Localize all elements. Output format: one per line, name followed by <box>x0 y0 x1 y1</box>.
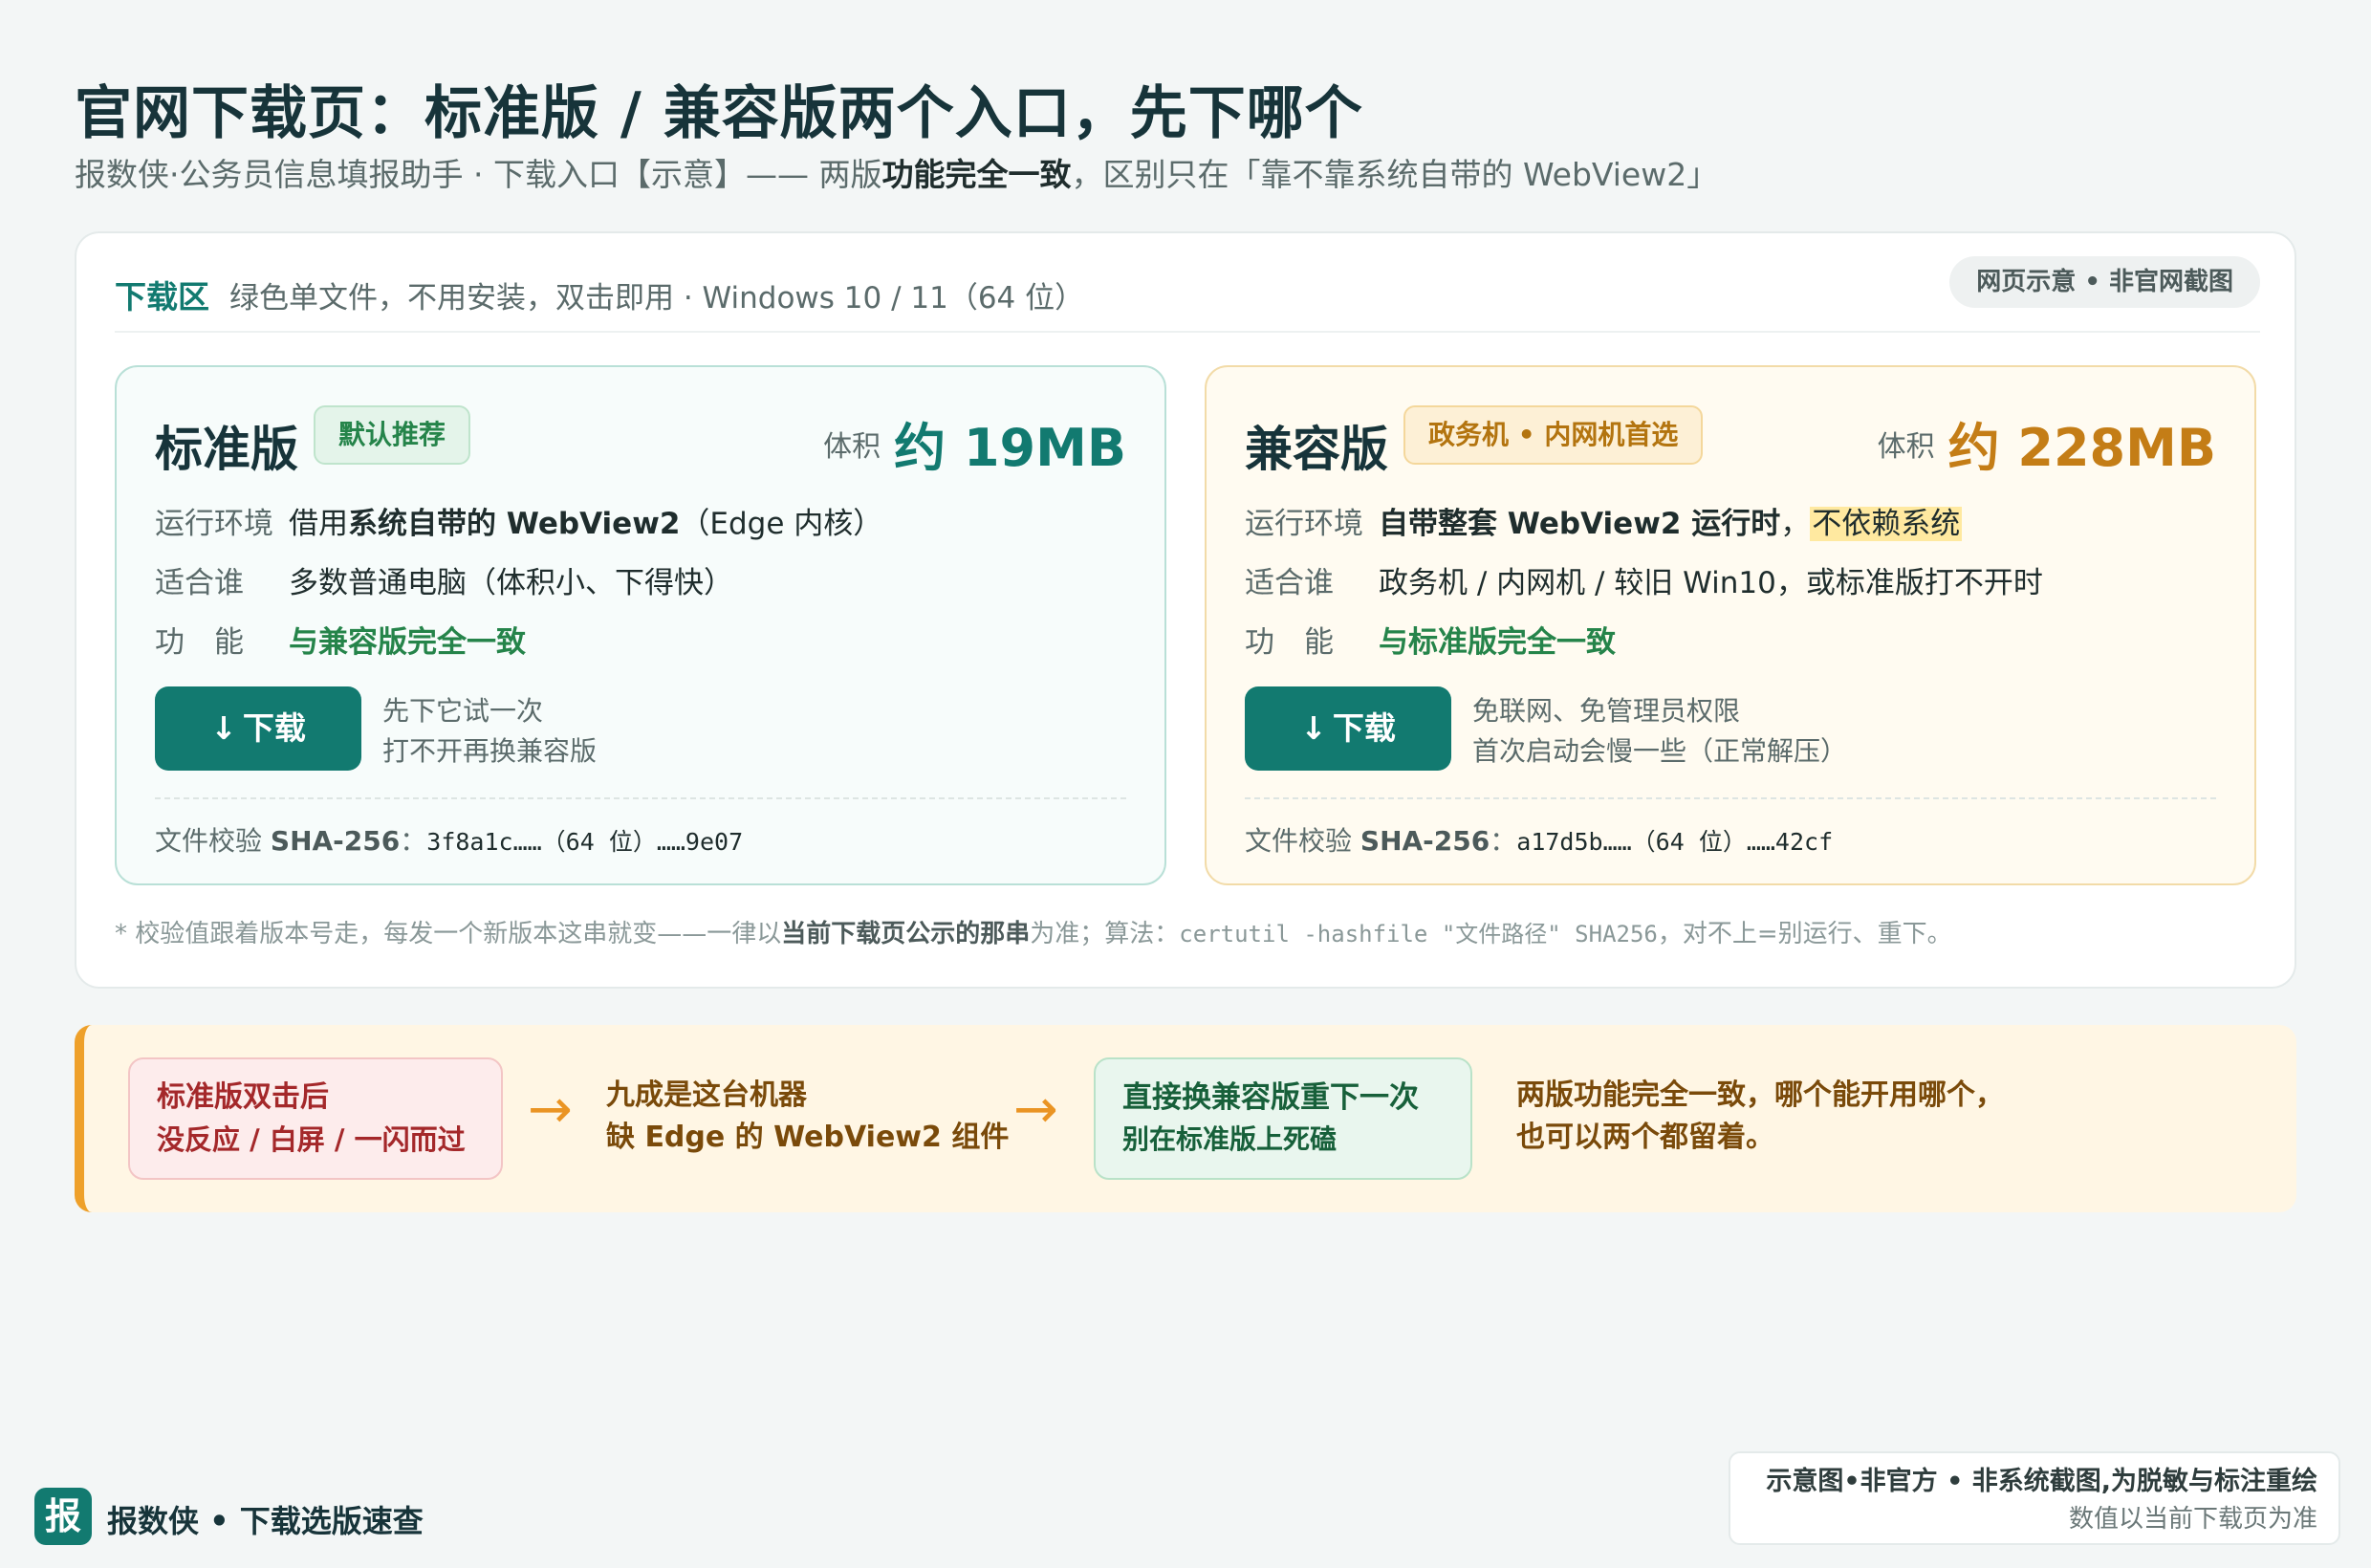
checksum-label: 文件校验 SHA-256： <box>1245 825 1516 857</box>
standard-download-button[interactable]: ↓ 下载 <box>155 686 361 771</box>
page-title: 官网下载页：标准版 / 兼容版两个入口，先下哪个 <box>75 80 1363 147</box>
checksum-algo: SHA-256 <box>1360 825 1490 857</box>
symptom-line-2: 没反应 / 白屏 / 一闪而过 <box>157 1123 466 1156</box>
env-label: 运行环境 <box>1245 507 1363 541</box>
standard-edition-name: 标准版 <box>155 422 298 477</box>
subtitle-pre: 报数侠·公务员信息填报助手 · 下载入口【示意】—— 两版 <box>75 156 882 193</box>
download-button-label: 下载 <box>242 709 306 747</box>
checksum-value: a17d5b……（64 位）……42cf <box>1516 828 1834 856</box>
cause-line-1: 九成是这台机器 <box>606 1078 807 1112</box>
brand-logo: 报 <box>34 1488 92 1545</box>
troubleshooting-flow: 标准版双击后 没反应 / 白屏 / 一闪而过 → 九成是这台机器 缺 Edge … <box>75 1025 2296 1212</box>
env-separator: ， <box>1780 507 1811 541</box>
function-label: 功 能 <box>155 625 244 660</box>
conclusion-text: 两版功能完全一致，哪个能开用哪个， 也可以两个都留着。 <box>1516 1075 2004 1159</box>
checksum-prefix: 文件校验 <box>155 825 271 857</box>
compat-download-button[interactable]: ↓ 下载 <box>1245 686 1451 771</box>
gov-intranet-badge: 政务机 • 内网机首选 <box>1403 405 1704 465</box>
cause-text: 九成是这台机器 缺 Edge 的 WebView2 组件 <box>606 1075 1009 1159</box>
divider <box>1245 797 2216 799</box>
download-area-title: 下载区 <box>115 278 209 316</box>
compat-note-2: 首次启动会慢一些（正常解压） <box>1472 735 1848 767</box>
symptom-line-1: 标准版双击后 <box>157 1080 329 1114</box>
compat-size: 体积约 228MB <box>1878 405 2216 481</box>
size-value: 约 19MB <box>894 418 1126 478</box>
arrow-right-icon: → <box>528 1078 573 1141</box>
checksum-value: 3f8a1c……（64 位）……9e07 <box>426 828 744 856</box>
page-subtitle: 报数侠·公务员信息填报助手 · 下载入口【示意】—— 两版功能完全一致，区别只在… <box>75 149 1718 195</box>
compat-note-1: 免联网、免管理员权限 <box>1472 695 1741 727</box>
audience-value: 多数普通电脑（体积小、下得快） <box>289 566 733 600</box>
footnote-command: certutil -hashfile "文件路径" SHA256 <box>1179 921 1658 947</box>
divider <box>155 797 1126 799</box>
disclaimer-line-1: 示意图•非官方 • 非系统截图,为脱敏与标注重绘 <box>1766 1467 2317 1496</box>
audience-label: 适合谁 <box>155 566 244 600</box>
footnote-pre: * 校验值跟着版本号走，每发一个新版本这串就变——一律以 <box>115 920 782 948</box>
disclaimer-box: 示意图•非官方 • 非系统截图,为脱敏与标注重绘 数值以当前下载页为准 <box>1729 1451 2340 1545</box>
solution-line-1: 直接换兼容版重下一次 <box>1122 1080 1419 1115</box>
standard-checksum: 文件校验 SHA-256：3f8a1c……（64 位）……9e07 <box>155 820 743 859</box>
compat-edition-name: 兼容版 <box>1245 422 1388 477</box>
footnote-mid: 为准；算法： <box>1030 920 1180 948</box>
standard-edition-card: 标准版 默认推荐 体积约 19MB 运行环境 借用系统自带的 WebView2（… <box>115 365 1166 885</box>
download-arrow-icon: ↓ <box>1300 709 1327 747</box>
cause-line-2: 缺 Edge 的 WebView2 组件 <box>606 1121 1010 1154</box>
env-label: 运行环境 <box>155 507 273 541</box>
download-area-description: 绿色单文件，不用安装，双击即用 · Windows 10 / 11（64 位） <box>229 281 1085 316</box>
checksum-algo: SHA-256 <box>270 825 401 857</box>
conclusion-line-1: 两版功能完全一致，哪个能开用哪个， <box>1516 1078 2004 1112</box>
function-label: 功 能 <box>1245 625 1334 660</box>
standard-size: 体积约 19MB <box>823 405 1126 481</box>
env-value: 借用系统自带的 WebView2（Edge 内核） <box>289 499 882 542</box>
arrow-right-icon: → <box>1013 1078 1058 1141</box>
standard-note-2: 打不开再换兼容版 <box>382 735 598 767</box>
solution-line-2: 别在标准版上死磕 <box>1122 1123 1338 1155</box>
checksum-separator: ： <box>400 825 427 857</box>
checksum-label: 文件校验 SHA-256： <box>155 825 426 857</box>
footnote-post: ，对不上=别运行、重下。 <box>1657 920 1952 948</box>
function-value: 与标准版完全一致 <box>1379 625 1616 660</box>
compat-edition-card: 兼容版 政务机 • 内网机首选 体积约 228MB 运行环境 自带整套 WebV… <box>1205 365 2256 885</box>
symptom-box: 标准版双击后 没反应 / 白屏 / 一闪而过 <box>128 1057 503 1180</box>
disclaimer-line-2: 数值以当前下载页为准 <box>2068 1505 2317 1534</box>
subtitle-post: ，区别只在「靠不靠系统自带的 WebView2」 <box>1071 156 1719 193</box>
download-area-header: 下载区 绿色单文件，不用安装，双击即用 · Windows 10 / 11（64… <box>115 256 2260 333</box>
footnote-bold: 当前下载页公示的那串 <box>781 920 1031 948</box>
size-value: 约 228MB <box>1947 418 2216 478</box>
subtitle-bold: 功能完全一致 <box>881 156 1072 193</box>
mockup-badge: 网页示意 • 非官网截图 <box>1949 256 2260 308</box>
solution-box: 直接换兼容版重下一次 别在标准版上死磕 <box>1094 1057 1472 1180</box>
checksum-footnote: * 校验值跟着版本号走，每发一个新版本这串就变——一律以当前下载页公示的那串为准… <box>115 914 1952 949</box>
env-value: 自带整套 WebView2 运行时，不依赖系统 <box>1379 499 1963 542</box>
env-bold: 系统自带的 WebView2 <box>348 507 681 541</box>
download-area: 下载区 绿色单文件，不用安装，双击即用 · Windows 10 / 11（64… <box>75 231 2296 989</box>
download-button-label: 下载 <box>1332 709 1396 747</box>
conclusion-line-2: 也可以两个都留着。 <box>1516 1121 1774 1154</box>
download-arrow-icon: ↓ <box>210 709 237 747</box>
env-bold: 自带整套 WebView2 运行时 <box>1379 507 1781 541</box>
env-post: （Edge 内核） <box>680 507 883 541</box>
compat-checksum: 文件校验 SHA-256：a17d5b……（64 位）……42cf <box>1245 820 1833 859</box>
recommended-badge: 默认推荐 <box>314 405 471 465</box>
size-label: 体积 <box>1877 429 1935 464</box>
env-pre: 借用 <box>289 507 348 541</box>
audience-label: 适合谁 <box>1245 566 1334 600</box>
checksum-prefix: 文件校验 <box>1245 825 1360 857</box>
size-label: 体积 <box>823 429 881 464</box>
function-value: 与兼容版完全一致 <box>289 625 526 660</box>
env-highlight: 不依赖系统 <box>1810 507 1963 541</box>
checksum-separator: ： <box>1490 825 1517 857</box>
standard-note-1: 先下它试一次 <box>382 695 544 727</box>
audience-value: 政务机 / 内网机 / 较旧 Win10，或标准版打不开时 <box>1379 566 2043 600</box>
brand-name: 报数侠 • 下载选版速查 <box>107 1503 424 1539</box>
